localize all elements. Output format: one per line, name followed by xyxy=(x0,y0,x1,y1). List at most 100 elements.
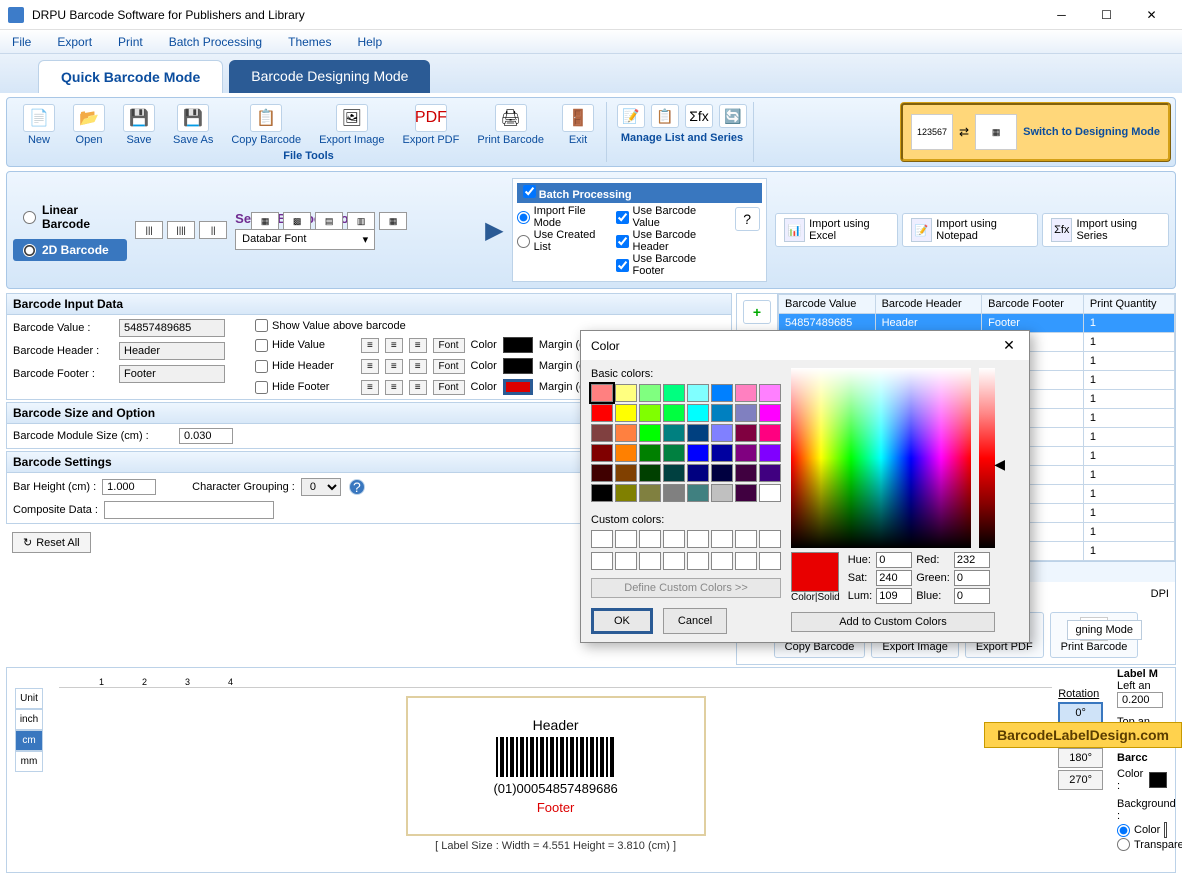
basic-color-swatch[interactable] xyxy=(639,444,661,462)
basic-color-swatch[interactable] xyxy=(759,464,781,482)
hue-input[interactable] xyxy=(876,552,912,568)
align-left-button[interactable]: ≡ xyxy=(361,359,379,374)
tab-quick-mode[interactable]: Quick Barcode Mode xyxy=(38,60,223,93)
basic-color-swatch[interactable] xyxy=(735,444,757,462)
basic-color-swatch[interactable] xyxy=(639,484,661,502)
basic-color-swatch[interactable] xyxy=(711,484,733,502)
print-barcode-button[interactable]: 🖨Print Barcode xyxy=(469,102,552,148)
basic-color-swatch[interactable] xyxy=(591,464,613,482)
basic-color-swatch[interactable] xyxy=(639,464,661,482)
open-button[interactable]: 📂Open xyxy=(65,102,113,148)
align-left-button[interactable]: ≡ xyxy=(361,380,379,395)
hide-header-checkbox[interactable]: Hide Header xyxy=(255,360,355,373)
basic-color-swatch[interactable] xyxy=(759,384,781,402)
value-color-swatch[interactable] xyxy=(503,337,533,353)
basic-color-swatch[interactable] xyxy=(687,484,709,502)
blue-input[interactable] xyxy=(954,588,990,604)
footer-color-swatch[interactable] xyxy=(503,379,533,395)
custom-color-swatch[interactable] xyxy=(615,530,637,548)
import-file-radio[interactable]: Import File Mode xyxy=(517,205,606,229)
help-icon[interactable]: ? xyxy=(349,479,365,495)
new-button[interactable]: 📄New xyxy=(15,102,63,148)
menu-file[interactable]: File xyxy=(6,33,37,51)
basic-color-swatch[interactable] xyxy=(711,464,733,482)
basic-color-swatch[interactable] xyxy=(759,424,781,442)
basic-color-swatch[interactable] xyxy=(639,404,661,422)
lum-input[interactable] xyxy=(876,588,912,604)
custom-color-swatch[interactable] xyxy=(663,552,685,570)
custom-color-swatch[interactable] xyxy=(711,530,733,548)
menu-help[interactable]: Help xyxy=(351,33,388,51)
sat-input[interactable] xyxy=(876,570,912,586)
basic-color-swatch[interactable] xyxy=(615,464,637,482)
menu-themes[interactable]: Themes xyxy=(282,33,337,51)
linear-barcode-radio[interactable]: Linear Barcode xyxy=(13,199,127,235)
reset-all-button[interactable]: ↻ Reset All xyxy=(12,532,91,553)
align-center-button[interactable]: ≡ xyxy=(385,359,403,374)
fx-icon[interactable]: Σfx xyxy=(685,104,713,128)
custom-color-swatch[interactable] xyxy=(687,552,709,570)
custom-color-swatch[interactable] xyxy=(591,552,613,570)
import-excel-button[interactable]: 📊Import using Excel xyxy=(775,213,898,247)
menu-print[interactable]: Print xyxy=(112,33,149,51)
use-value-checkbox[interactable]: Use Barcode Value xyxy=(616,205,723,229)
minimize-button[interactable]: ─ xyxy=(1039,0,1084,30)
basic-color-swatch[interactable] xyxy=(663,464,685,482)
custom-color-swatch[interactable] xyxy=(687,530,709,548)
custom-color-swatch[interactable] xyxy=(639,530,661,548)
header-color-swatch[interactable] xyxy=(503,358,533,374)
custom-color-swatch[interactable] xyxy=(711,552,733,570)
footer-url[interactable]: BarcodeLabelDesign.com xyxy=(984,722,1182,748)
basic-color-swatch[interactable] xyxy=(591,404,613,422)
2d-barcode-radio[interactable]: 2D Barcode xyxy=(13,239,127,261)
basic-color-swatch[interactable] xyxy=(663,404,685,422)
basic-color-swatch[interactable] xyxy=(759,484,781,502)
series-icon[interactable]: 📋 xyxy=(651,104,679,128)
barcode-header-input[interactable] xyxy=(119,342,225,360)
custom-color-swatch[interactable] xyxy=(663,530,685,548)
hide-value-checkbox[interactable]: Hide Value xyxy=(255,339,355,352)
menu-export[interactable]: Export xyxy=(51,33,98,51)
designing-mode-tag[interactable]: gning Mode xyxy=(1067,620,1143,640)
copy-barcode-button[interactable]: 📋Copy Barcode xyxy=(223,102,309,148)
font-button[interactable]: Font xyxy=(433,359,465,374)
export-pdf-button[interactable]: PDFExport PDF xyxy=(395,102,468,148)
import-notepad-button[interactable]: 📝Import using Notepad xyxy=(902,213,1038,247)
help-icon[interactable]: ? xyxy=(735,207,760,231)
basic-color-swatch[interactable] xyxy=(711,384,733,402)
exit-button[interactable]: 🚪Exit xyxy=(554,102,602,148)
basic-color-swatch[interactable] xyxy=(663,484,685,502)
align-left-button[interactable]: ≡ xyxy=(361,338,379,353)
basic-color-swatch[interactable] xyxy=(615,484,637,502)
add-custom-button[interactable]: Add to Custom Colors xyxy=(791,612,995,632)
edit-list-icon[interactable]: 📝 xyxy=(617,104,645,128)
basic-color-swatch[interactable] xyxy=(615,404,637,422)
basic-color-swatch[interactable] xyxy=(663,444,685,462)
ok-button[interactable]: OK xyxy=(591,608,653,634)
basic-color-swatch[interactable] xyxy=(735,404,757,422)
color-gradient[interactable] xyxy=(791,368,971,548)
unit-mm[interactable]: mm xyxy=(15,751,43,772)
basic-color-swatch[interactable] xyxy=(639,424,661,442)
custom-color-swatch[interactable] xyxy=(759,552,781,570)
close-button[interactable]: ✕ xyxy=(1129,0,1174,30)
refresh-icon[interactable]: 🔄 xyxy=(719,104,747,128)
align-right-button[interactable]: ≡ xyxy=(409,338,427,353)
col-header[interactable]: Barcode Header xyxy=(875,295,982,314)
custom-color-swatch[interactable] xyxy=(735,530,757,548)
add-row-button[interactable]: + xyxy=(743,300,771,324)
basic-color-swatch[interactable] xyxy=(735,384,757,402)
hide-footer-checkbox[interactable]: Hide Footer xyxy=(255,381,355,394)
align-center-button[interactable]: ≡ xyxy=(385,380,403,395)
align-center-button[interactable]: ≡ xyxy=(385,338,403,353)
basic-color-swatch[interactable] xyxy=(711,404,733,422)
basic-color-swatch[interactable] xyxy=(735,424,757,442)
green-input[interactable] xyxy=(954,570,990,586)
red-input[interactable] xyxy=(954,552,990,568)
basic-color-swatch[interactable] xyxy=(639,384,661,402)
basic-color-swatch[interactable] xyxy=(591,444,613,462)
custom-color-swatch[interactable] xyxy=(759,530,781,548)
export-image-button[interactable]: 🖼Export Image xyxy=(311,102,392,148)
col-footer[interactable]: Barcode Footer xyxy=(982,295,1084,314)
align-right-button[interactable]: ≡ xyxy=(409,380,427,395)
